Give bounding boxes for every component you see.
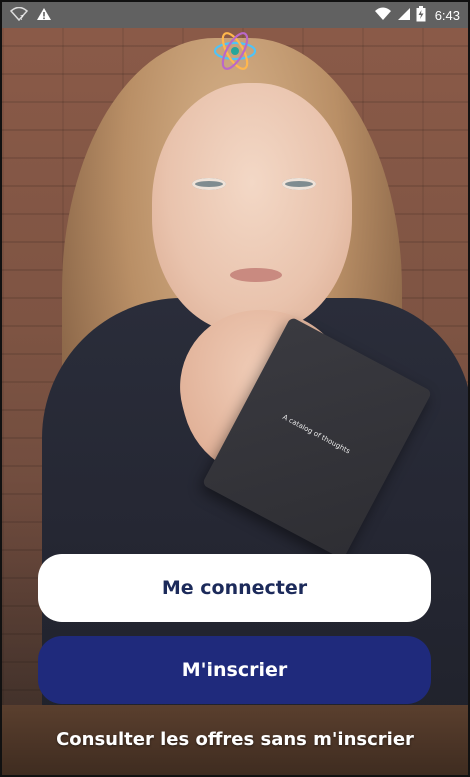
status-left: ?: [9, 6, 52, 24]
signup-button[interactable]: M'inscrier: [38, 636, 431, 704]
signup-button-label: M'inscrier: [181, 659, 288, 681]
hero-eye-right: [282, 178, 316, 190]
hero-eye-left: [192, 178, 226, 190]
wifi-icon: [374, 7, 392, 24]
status-time: 6:43: [434, 7, 460, 23]
warning-icon: [36, 7, 52, 24]
status-bar: ? 6:43: [2, 2, 468, 28]
svg-text:?: ?: [20, 14, 24, 21]
notebook-text: A catalog of thoughts: [281, 413, 352, 456]
login-button[interactable]: Me connecter: [38, 554, 431, 622]
status-right: 6:43: [374, 5, 460, 25]
hero-face: [152, 83, 352, 333]
atom-logo-icon: [212, 28, 258, 74]
hero-lips: [230, 268, 282, 282]
wifi-question-icon: ?: [9, 6, 29, 24]
login-button-label: Me connecter: [161, 577, 308, 599]
browse-without-signup-link[interactable]: Consulter les offres sans m'inscrier: [2, 729, 468, 750]
signal-icon: [397, 7, 411, 24]
app-screen: ? 6:43 A catalog of thoughts Me connecte…: [0, 0, 470, 777]
battery-charging-icon: [416, 5, 426, 25]
